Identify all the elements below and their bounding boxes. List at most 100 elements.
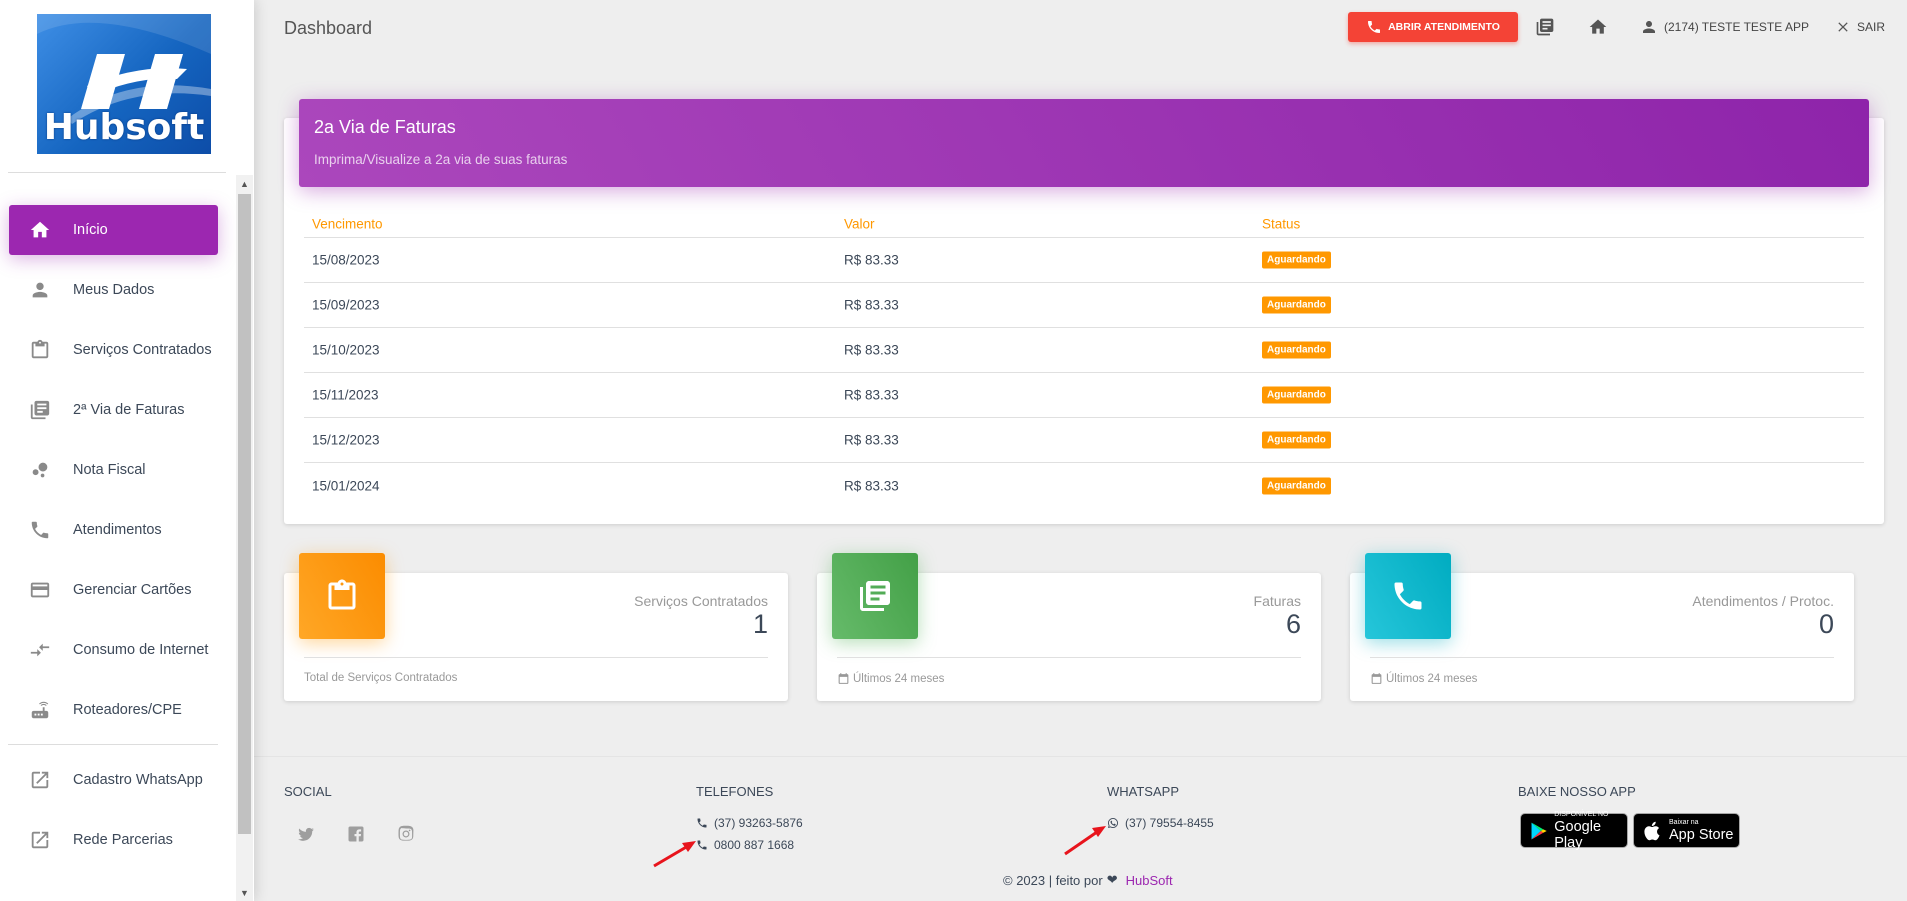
clipboard-icon: [299, 553, 385, 639]
close-icon: [1838, 22, 1848, 32]
brand-link[interactable]: HubSoft: [1126, 873, 1173, 888]
sidebar-item-cadastro-whatsapp[interactable]: Cadastro WhatsApp: [9, 755, 218, 805]
whatsapp-contact[interactable]: (37) 79554-8455: [1107, 815, 1214, 831]
sidebar-item-cartoes[interactable]: Gerenciar Cartões: [9, 565, 218, 615]
sidebar-item-rede-parcerias[interactable]: Rede Parcerias: [9, 815, 218, 865]
sidebar-item-servicos[interactable]: Serviços Contratados: [9, 325, 218, 375]
sidebar-item-roteadores[interactable]: Roteadores/CPE: [9, 685, 218, 735]
home-icon[interactable]: [1586, 15, 1610, 39]
page-title: Dashboard: [284, 18, 373, 38]
table-row[interactable]: 15/08/2023 R$ 83.33 Aguardando: [304, 238, 1864, 283]
table-row[interactable]: 15/09/2023 R$ 83.33 Aguardando: [304, 283, 1864, 328]
stat-value: 1: [752, 609, 768, 639]
phone-contact-2[interactable]: 0800 887 1668: [696, 837, 794, 853]
open-in-new-icon: [28, 828, 52, 852]
whatsapp-number: (37) 79554-8455: [1125, 816, 1214, 830]
app-store-small-text: Baixar na: [1669, 818, 1699, 826]
google-play-small-text: DISPONÍVEL NO: [1554, 810, 1609, 818]
stat-card-servicos[interactable]: Serviços Contratados 1 Total de Serviços…: [284, 553, 788, 701]
sidebar-item-atendimentos[interactable]: Atendimentos: [9, 505, 218, 555]
stat-label: Faturas: [1253, 593, 1301, 609]
sidebar-item-label: Roteadores/CPE: [73, 702, 182, 718]
hubsoft-logo[interactable]: Hubsoft: [37, 14, 211, 154]
cell-vencimento: 15/12/2023: [312, 432, 380, 448]
annotation-arrow-icon: [653, 841, 696, 868]
sidebar-item-label: 2ª Via de Faturas: [73, 402, 185, 418]
table-row[interactable]: 15/10/2023 R$ 83.33 Aguardando: [304, 328, 1864, 373]
sidebar-divider: [8, 744, 218, 745]
cell-valor: R$ 83.33: [844, 297, 899, 313]
column-header-valor: Valor: [844, 216, 875, 232]
status-badge: Aguardando: [1262, 477, 1331, 494]
stat-card-atendimentos[interactable]: Atendimentos / Protoc. 0 Últimos 24 mese…: [1350, 553, 1854, 701]
cell-vencimento: 15/11/2023: [312, 387, 379, 403]
abrir-atendimento-button[interactable]: ABRIR ATENDIMENTO: [1348, 12, 1518, 42]
app-store-button[interactable]: Baixar na App Store: [1633, 813, 1740, 848]
apple-icon: [1644, 821, 1660, 840]
cell-vencimento: 15/01/2024: [312, 478, 380, 493]
google-play-button[interactable]: DISPONÍVEL NO Google Play: [1520, 810, 1628, 851]
person-icon: [28, 278, 52, 302]
phone-icon: [1368, 21, 1381, 33]
stat-card-faturas[interactable]: Faturas 6 Últimos 24 meses: [817, 553, 1321, 701]
stat-footer-text: Últimos 24 meses: [1386, 672, 1478, 685]
invoices-title: 2a Via de Faturas: [314, 117, 456, 137]
cell-valor: R$ 83.33: [844, 342, 899, 358]
phone-icon: [28, 518, 52, 542]
sidebar-scrollbar[interactable]: ▲ ▼: [236, 175, 253, 901]
scroll-down-arrow-icon[interactable]: ▼: [236, 884, 253, 901]
logo-divider: [8, 172, 226, 173]
cell-valor: R$ 83.33: [844, 387, 899, 403]
user-menu[interactable]: (2174) TESTE TESTE APP: [1640, 15, 1809, 39]
twitter-icon[interactable]: [295, 823, 317, 845]
facebook-icon[interactable]: [345, 823, 367, 845]
annotation-arrow-icon: [1064, 826, 1106, 856]
user-label: (2174) TESTE TESTE APP: [1664, 20, 1809, 34]
stat-divider: [1370, 657, 1834, 658]
sidebar: Hubsoft Início Meus Dados Serviços Contr…: [0, 0, 254, 901]
sidebar-item-label: Rede Parcerias: [73, 832, 173, 848]
stat-footer-text: Últimos 24 meses: [853, 672, 945, 685]
sidebar-item-label: Início: [73, 222, 108, 238]
cell-vencimento: 15/10/2023: [312, 342, 380, 358]
invoices-table: Vencimento Valor Status 15/08/2023 R$ 83…: [304, 210, 1864, 508]
stat-footer: Últimos 24 meses: [837, 672, 944, 685]
sidebar-item-meus-dados[interactable]: Meus Dados: [9, 265, 218, 315]
sidebar-item-faturas[interactable]: 2ª Via de Faturas: [9, 385, 218, 435]
logout-button[interactable]: SAIR: [1835, 15, 1885, 39]
stat-footer-text: Total de Serviços Contratados: [304, 672, 458, 684]
sidebar-item-inicio[interactable]: Início: [9, 205, 218, 255]
invoices-subtitle: Imprima/Visualize a 2a via de suas fatur…: [314, 152, 568, 167]
bubble-chart-icon: [28, 458, 52, 482]
cell-vencimento: 15/09/2023: [312, 297, 380, 313]
column-header-status: Status: [1262, 216, 1301, 232]
sidebar-item-label: Atendimentos: [73, 522, 162, 538]
stat-footer: Total de Serviços Contratados: [304, 672, 457, 684]
sidebar-item-label: Serviços Contratados: [73, 342, 212, 358]
table-row[interactable]: 15/12/2023 R$ 83.33 Aguardando: [304, 418, 1864, 463]
sidebar-item-label: Meus Dados: [73, 282, 155, 298]
scroll-up-arrow-icon[interactable]: ▲: [236, 175, 253, 192]
footer-app-title: BAIXE NOSSO APP: [1518, 784, 1636, 799]
sidebar-item-consumo[interactable]: Consumo de Internet: [9, 625, 218, 675]
invoices-card-header: 2a Via de Faturas Imprima/Visualize a 2a…: [299, 99, 1869, 187]
phone-number: (37) 93263-5876: [714, 816, 803, 830]
instagram-icon[interactable]: [395, 823, 417, 845]
table-row[interactable]: 15/01/2024 R$ 83.33 Aguardando: [304, 463, 1864, 508]
table-row[interactable]: 15/11/2023 R$ 83.33 Aguardando: [304, 373, 1864, 418]
phone-icon: [697, 818, 707, 828]
copyright-text: © 2023 | feito por: [1003, 872, 1103, 888]
phone-number: 0800 887 1668: [714, 838, 795, 852]
status-badge: Aguardando: [1262, 431, 1331, 449]
sidebar-item-label: Gerenciar Cartões: [73, 582, 192, 598]
cell-vencimento: 15/08/2023: [312, 252, 380, 268]
sidebar-item-nota-fiscal[interactable]: Nota Fiscal: [9, 445, 218, 495]
logout-label: SAIR: [1857, 20, 1886, 34]
phone-contact-1[interactable]: (37) 93263-5876: [696, 815, 803, 831]
scroll-thumb[interactable]: [238, 194, 251, 834]
faturas-shortcut-icon[interactable]: [1533, 15, 1557, 39]
abrir-atendimento-label: ABRIR ATENDIMENTO: [1388, 21, 1500, 33]
copyright: © 2023 | feito por ❤ HubSoft: [1003, 872, 1173, 888]
stat-divider: [304, 657, 768, 658]
cell-valor: R$ 83.33: [844, 252, 899, 268]
